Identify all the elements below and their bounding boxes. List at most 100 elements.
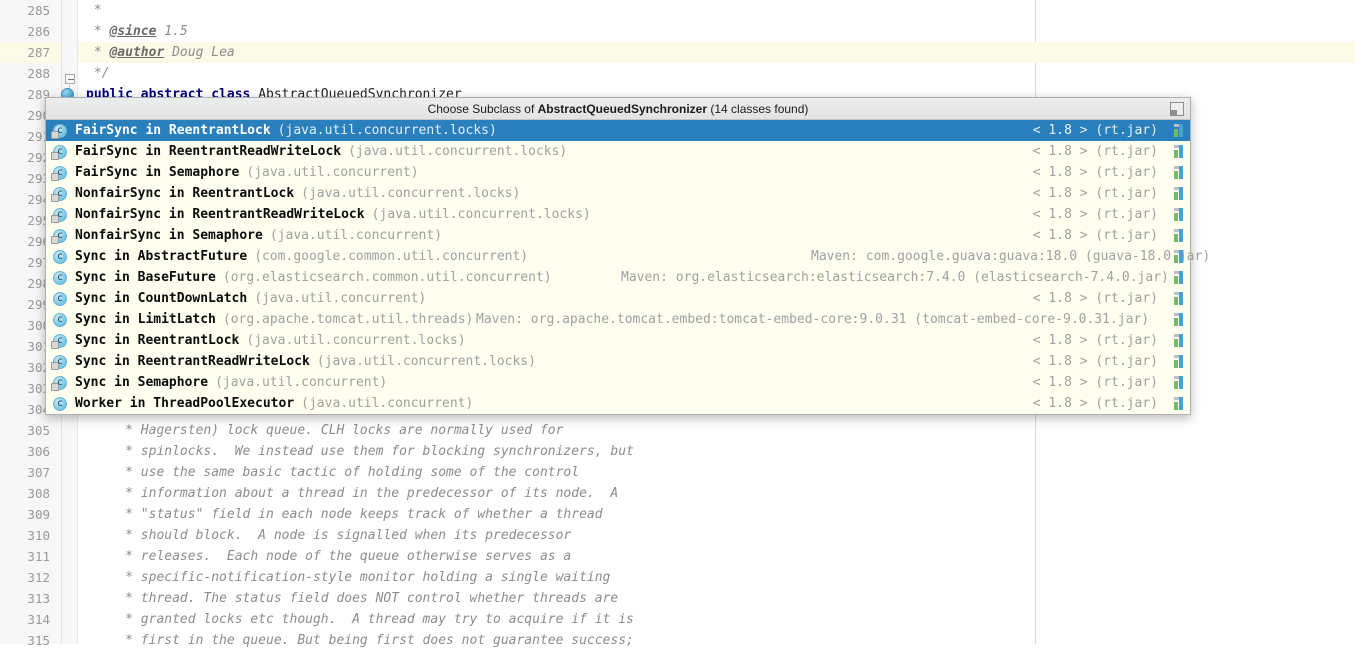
subclass-name: FairSync in Semaphore (75, 165, 239, 180)
popup-header: Choose Subclass of AbstractQueuedSynchro… (46, 98, 1190, 120)
subclass-package: (org.apache.tomcat.util.threads) (223, 312, 473, 327)
gutter-line-number[interactable]: 306 (0, 441, 61, 462)
class-icon (53, 355, 67, 369)
subclass-list-item[interactable]: Worker in ThreadPoolExecutor(java.util.c… (46, 393, 1190, 414)
code-line[interactable]: * @since 1.5 (78, 21, 1355, 42)
gutter-line-number[interactable]: 309 (0, 504, 61, 525)
gutter-line-number[interactable]: 310 (0, 525, 61, 546)
subclass-name: FairSync in ReentrantReadWriteLock (75, 144, 341, 159)
jdk-version-label: < 1.8 > (rt.jar) (1033, 144, 1158, 159)
class-icon (53, 208, 67, 222)
subclass-package: (java.util.concurrent) (270, 228, 442, 243)
jdk-version-label: < 1.8 > (rt.jar) (1033, 228, 1158, 243)
code-line[interactable]: * should block. A node is signalled when… (78, 525, 1355, 546)
subclass-package: (com.google.common.util.concurrent) (254, 249, 528, 264)
subclass-name: NonfairSync in Semaphore (75, 228, 263, 243)
popup-title-class: AbstractQueuedSynchronizer (538, 102, 707, 116)
gutter-line-number[interactable]: 288 (0, 63, 61, 84)
library-icon (1169, 187, 1184, 200)
subclass-package: (java.util.concurrent) (301, 396, 473, 411)
code-line[interactable]: * first in the queue. But being first do… (78, 630, 1355, 651)
library-icon (1169, 355, 1184, 368)
preview-panel-icon[interactable] (1170, 102, 1184, 116)
code-line[interactable]: * (78, 0, 1355, 21)
gutter-line-number[interactable]: 315 (0, 630, 61, 651)
gutter-line-number[interactable]: 308 (0, 483, 61, 504)
choose-subclass-popup[interactable]: Choose Subclass of AbstractQueuedSynchro… (45, 97, 1191, 415)
gutter-line-number[interactable]: 312 (0, 567, 61, 588)
subclass-list-item[interactable]: Sync in CountDownLatch(java.util.concurr… (46, 288, 1190, 309)
library-icon (1169, 292, 1184, 305)
gutter-line-number[interactable]: 314 (0, 609, 61, 630)
class-icon (53, 313, 67, 327)
jdk-version-label: < 1.8 > (rt.jar) (1033, 207, 1158, 222)
code-line[interactable]: * use the same basic tactic of holding s… (78, 462, 1355, 483)
class-icon (53, 292, 67, 306)
gutter-line-number[interactable]: 307 (0, 462, 61, 483)
subclass-package: (java.util.concurrent.locks) (317, 354, 536, 369)
library-icon (1169, 271, 1184, 284)
library-icon (1169, 208, 1184, 221)
subclass-list-item[interactable]: FairSync in Semaphore (java.util.concurre… (46, 162, 1190, 183)
subclass-list[interactable]: FairSync in ReentrantLock(java.util.conc… (46, 120, 1190, 414)
subclass-list-item[interactable]: Sync in LimitLatch (org.apache.tomcat.uti… (46, 309, 1190, 330)
code-line[interactable]: * "status" field in each node keeps trac… (78, 504, 1355, 525)
class-icon (53, 145, 67, 159)
gutter-line-number[interactable]: 311 (0, 546, 61, 567)
code-line[interactable]: * specific-notification-style monitor ho… (78, 567, 1355, 588)
code-line[interactable]: * Hagersten) lock queue. CLH locks are n… (78, 420, 1355, 441)
jdk-version-label: < 1.8 > (rt.jar) (1033, 375, 1158, 390)
library-icon (1169, 229, 1184, 242)
code-line[interactable]: * thread. The status field does NOT cont… (78, 588, 1355, 609)
code-line[interactable]: * granted locks etc though. A thread may… (78, 609, 1355, 630)
subclass-list-item[interactable]: FairSync in ReentrantReadWriteLock (java.… (46, 141, 1190, 162)
subclass-name: Sync in ReentrantLock (75, 333, 239, 348)
code-line[interactable]: */ (78, 63, 1355, 84)
subclass-list-item[interactable]: NonfairSync in ReentrantReadWriteLock(ja… (46, 204, 1190, 225)
subclass-list-item[interactable]: FairSync in ReentrantLock(java.util.conc… (46, 120, 1190, 141)
subclass-list-item[interactable]: Sync in Semaphore (java.util.concurrent) <… (46, 372, 1190, 393)
subclass-package: (java.util.concurrent.locks) (348, 144, 567, 159)
class-icon (53, 397, 67, 411)
subclass-list-item[interactable]: Sync in AbstractFuture(com.google.common… (46, 246, 1190, 267)
fold-marker-collapse[interactable] (65, 74, 75, 84)
class-icon (53, 166, 67, 180)
class-icon (53, 376, 67, 390)
class-icon (53, 271, 67, 285)
subclass-name: Sync in ReentrantReadWriteLock (75, 354, 310, 369)
class-icon (53, 124, 67, 138)
library-icon (1169, 250, 1184, 263)
subclass-package: (java.util.concurrent) (246, 165, 418, 180)
maven-coordinates: Maven: org.apache.tomcat.embed:tomcat-em… (476, 312, 1149, 327)
popup-title-suffix: (14 classes found) (707, 102, 808, 116)
subclass-package: (java.util.concurrent.locks) (301, 186, 520, 201)
subclass-list-item[interactable]: Sync in ReentrantLock(java.util.concurre… (46, 330, 1190, 351)
jdk-version-label: < 1.8 > (rt.jar) (1033, 165, 1158, 180)
code-line[interactable]: * releases. Each node of the queue other… (78, 546, 1355, 567)
gutter-line-number[interactable]: 313 (0, 588, 61, 609)
maven-coordinates: Maven: org.elasticsearch:elasticsearch:7… (621, 270, 1169, 285)
code-line[interactable]: * spinlocks. We instead use them for blo… (78, 441, 1355, 462)
subclass-name: Sync in LimitLatch (75, 312, 216, 327)
gutter-line-number[interactable]: 287 (0, 42, 61, 63)
subclass-list-item[interactable]: Sync in BaseFuture(org.elasticsearch.com… (46, 267, 1190, 288)
gutter-line-number[interactable]: 285 (0, 0, 61, 21)
library-icon (1169, 145, 1184, 158)
library-icon (1169, 334, 1184, 347)
gutter-line-number[interactable]: 286 (0, 21, 61, 42)
gutter-line-number[interactable]: 305 (0, 420, 61, 441)
code-line[interactable]: * @author Doug Lea (78, 42, 1355, 63)
subclass-list-item[interactable]: Sync in ReentrantReadWriteLock (java.util… (46, 351, 1190, 372)
library-icon (1169, 397, 1184, 410)
subclass-list-item[interactable]: NonfairSync in Semaphore (java.util.concu… (46, 225, 1190, 246)
popup-title: Choose Subclass of AbstractQueuedSynchro… (428, 102, 809, 116)
subclass-package: (org.elasticsearch.common.util.concurren… (223, 270, 552, 285)
subclass-package: (java.util.concurrent.locks) (278, 123, 497, 138)
code-line[interactable]: * information about a thread in the pred… (78, 483, 1355, 504)
jdk-version-label: < 1.8 > (rt.jar) (1033, 123, 1158, 138)
library-icon (1169, 124, 1184, 137)
subclass-package: (java.util.concurrent) (215, 375, 387, 390)
subclass-list-item[interactable]: NonfairSync in ReentrantLock(java.util.c… (46, 183, 1190, 204)
class-icon (53, 250, 67, 264)
subclass-name: Sync in Semaphore (75, 375, 208, 390)
